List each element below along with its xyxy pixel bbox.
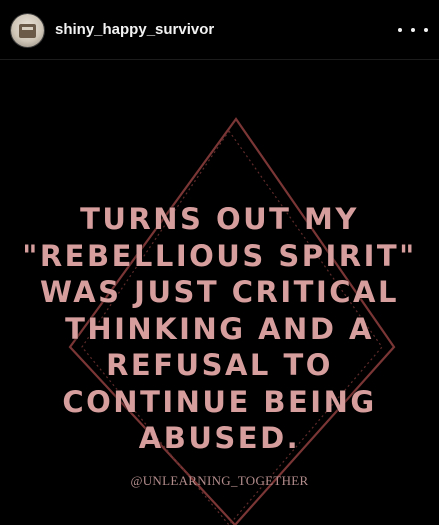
avatar-photo-detail: [22, 27, 33, 30]
user-avatar[interactable]: [11, 14, 44, 47]
post-image[interactable]: TURNS OUT MY "REBELLIOUS SPIRIT" WAS JUS…: [0, 61, 439, 525]
quote-line: TURNS OUT MY: [80, 202, 359, 236]
dot-icon: [411, 28, 415, 32]
quote-line: ABUSED.: [138, 421, 301, 455]
quote-line: CONTINUE BEING: [62, 384, 377, 419]
username-link[interactable]: shiny_happy_survivor: [55, 20, 214, 40]
dot-icon: [424, 28, 428, 32]
quote-line: "REBELLIOUS SPIRIT": [22, 238, 417, 273]
dot-icon: [398, 28, 402, 32]
post-header: shiny_happy_survivor: [0, 0, 439, 60]
quote-line: THINKING AND A: [65, 311, 374, 346]
quote-text: TURNS OUT MY "REBELLIOUS SPIRIT" WAS JUS…: [0, 201, 439, 457]
quote-line: REFUSAL TO: [106, 348, 333, 382]
more-options-icon[interactable]: [398, 20, 428, 40]
quote-line: WAS JUST CRITICAL: [40, 275, 399, 309]
credit-handle: @UNLEARNING_TOGETHER: [130, 473, 309, 488]
